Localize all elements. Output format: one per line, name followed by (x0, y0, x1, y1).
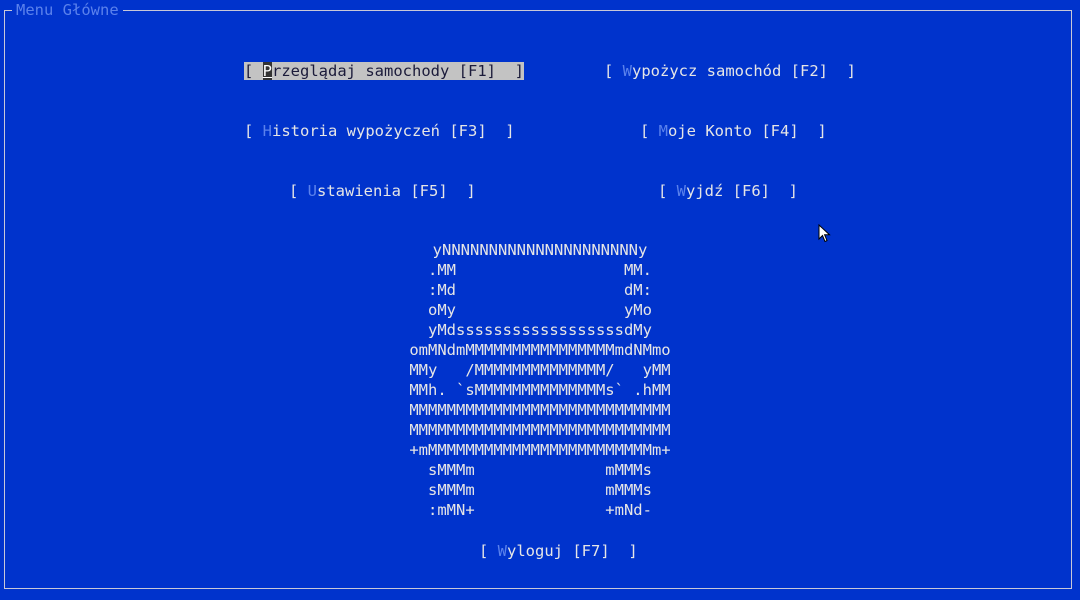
button-label: yjdź [F6] ] (686, 182, 798, 200)
ascii-art-line: MMMMMMMMMMMMMMMMMMMMMMMMMMMM (409, 401, 671, 419)
button-label: rzeglądaj samochody [F1] ] (272, 62, 524, 80)
ascii-art-line: sMMMm mMMMs (409, 461, 671, 479)
ascii-art-line: yNNNNNNNNNNNNNNNNNNNNNy (414, 241, 666, 259)
bracket: [ (244, 62, 263, 80)
bracket: [ (640, 122, 659, 140)
hotkey-letter: P (262, 62, 273, 80)
window-title: Menu Główne (12, 2, 123, 18)
ascii-art-line: MMMMMMMMMMMMMMMMMMMMMMMMMMMM (409, 421, 671, 439)
hotkey-letter: M (658, 122, 669, 140)
car-ascii-art: yNNNNNNNNNNNNNNNNNNNNNy .MM MM. :Md dM: … (0, 240, 1080, 520)
bracket: [ (244, 122, 263, 140)
rent-car-button[interactable]: [ Wypożycz samochód [F2] ] (604, 62, 856, 80)
button-label: oje Konto [F4] ] (668, 122, 827, 140)
bracket: [ (604, 62, 623, 80)
bracket: [ (658, 182, 677, 200)
settings-button[interactable]: [ Ustawienia [F5] ] (289, 182, 476, 200)
exit-button[interactable]: [ Wyjdź [F6] ] (658, 182, 798, 200)
ascii-art-line: +mMMMMMMMMMMMMMMMMMMMMMMMMm+ (409, 441, 671, 459)
mouse-pointer-icon (818, 224, 831, 243)
button-label: istoria wypożyczeń [F3] ] (272, 122, 515, 140)
bracket: [ (479, 542, 498, 560)
hotkey-letter: U (307, 182, 318, 200)
hotkey-letter: H (262, 122, 273, 140)
ascii-art-line: sMMMm mMMMs (409, 481, 671, 499)
browse-cars-button[interactable]: [ Przeglądaj samochody [F1] ] (244, 62, 524, 80)
terminal-screen: Menu Główne [ Przeglądaj samochody [F1] … (0, 0, 1080, 600)
ascii-art-line: .MM MM. (418, 261, 662, 279)
ascii-art-line: omMNdmMMMMMMMMMMMMMMMMmdNMmo (409, 341, 671, 359)
rental-history-button[interactable]: [ Historia wypożyczeń [F3] ] (244, 122, 515, 140)
ascii-art-line: oMy yMo (418, 301, 662, 319)
ascii-art-line: yMdssssssssssssssssssdMy (418, 321, 662, 339)
logout-button[interactable]: [ Wyloguj [F7] ] (479, 542, 638, 560)
button-label: stawienia [F5] ] (317, 182, 476, 200)
ascii-art-line: MMy /MMMMMMMMMMMMMM/ yMM (409, 361, 671, 379)
hotkey-letter: W (622, 62, 633, 80)
hotkey-letter: W (497, 542, 508, 560)
ascii-art-line: MMh. `sMMMMMMMMMMMMMMs` .hMM (409, 381, 671, 399)
bracket: [ (289, 182, 308, 200)
button-label: yloguj [F7] ] (507, 542, 638, 560)
my-account-button[interactable]: [ Moje Konto [F4] ] (640, 122, 827, 140)
ascii-art-line: :mMN+ +mNd- (409, 501, 671, 519)
hotkey-letter: W (676, 182, 687, 200)
ascii-art-line: :Md dM: (418, 281, 662, 299)
button-label: ypożycz samochód [F2] ] (632, 62, 856, 80)
